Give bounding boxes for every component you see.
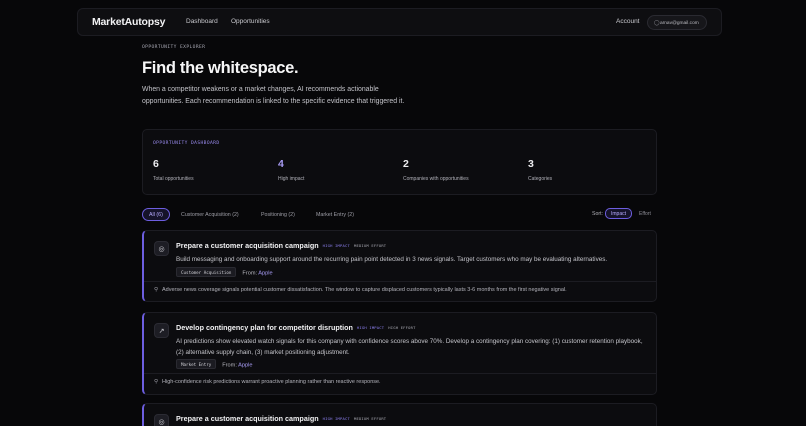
effort-badge: MEDIUM EFFORT — [353, 416, 387, 421]
opportunity-dashboard: OPPORTUNITY DASHBOARD 6 Total opportunit… — [142, 129, 657, 195]
category-tag[interactable]: Market Entry — [176, 359, 217, 369]
page-eyebrow: OPPORTUNITY EXPLORER — [142, 45, 206, 50]
stat-label: High impact — [278, 176, 305, 182]
effort-badge: MEDIUM EFFORT — [353, 243, 387, 248]
user-menu-button[interactable]: ◯arnav@gmail.com — [647, 15, 707, 30]
card-title: Develop contingency plan for competitor … — [176, 323, 416, 332]
lightbulb-icon: ⚲ — [154, 379, 159, 385]
from-label: From: — [242, 270, 258, 277]
target-icon: ◎ — [154, 414, 169, 426]
sort-label: Sort: — [592, 211, 603, 217]
from-company[interactable]: Apple — [238, 363, 252, 369]
card-body: AI predictions show elevated watch signa… — [176, 338, 643, 356]
card-divider — [144, 373, 656, 374]
card-title-text: Prepare a customer acquisition campaign — [176, 241, 319, 250]
dashboard-eyebrow: OPPORTUNITY DASHBOARD — [153, 141, 220, 146]
stat-label: Categories — [528, 176, 553, 182]
page-title: Find the whitespace. — [142, 59, 299, 77]
target-icon: ◎ — [154, 241, 169, 256]
stat-total: 6 Total opportunities — [153, 158, 194, 182]
stat-categories: 3 Categories — [528, 158, 552, 182]
account-link[interactable]: Account — [616, 18, 640, 25]
nav-opportunities-link[interactable]: Opportunities — [231, 18, 270, 25]
card-evidence: ⚲ High-confidence risk predictions warran… — [154, 379, 381, 385]
opportunity-card[interactable]: ↗ Develop contingency plan for competito… — [142, 312, 657, 395]
card-divider — [144, 281, 656, 282]
user-email: arnav@gmail.com — [660, 21, 699, 26]
from-company[interactable]: Apple — [258, 271, 272, 277]
card-meta: Market Entry From: Apple — [176, 359, 252, 369]
card-meta: Customer Acquisition From: Apple — [176, 267, 273, 277]
lightbulb-icon: ⚲ — [154, 287, 159, 293]
trend-up-icon: ↗ — [154, 323, 169, 338]
opportunity-card[interactable]: ◎ Prepare a customer acquisition campaig… — [142, 230, 657, 302]
card-title-text: Prepare a customer acquisition campaign — [176, 414, 319, 423]
impact-badge: HIGH IMPACT — [322, 243, 350, 248]
opportunity-card[interactable]: ◎ Prepare a customer acquisition campaig… — [142, 403, 657, 426]
stat-value: 6 — [153, 158, 159, 170]
filter-positioning[interactable]: Positioning (2) — [255, 208, 301, 221]
stat-label: Total opportunities — [153, 176, 194, 182]
stat-label: Companies with opportunities — [403, 176, 469, 182]
card-evidence: ⚲ Adverse news coverage signals potential… — [154, 287, 567, 293]
brand-logo[interactable]: MarketAutopsy — [92, 16, 165, 28]
evidence-text: High-confidence risk predictions warrant… — [162, 379, 381, 385]
impact-badge: HIGH IMPACT — [356, 325, 385, 330]
top-nav: MarketAutopsy Dashboard Opportunities Ac… — [77, 8, 722, 36]
filter-market-entry[interactable]: Market Entry (2) — [310, 208, 360, 221]
sort-effort-button[interactable]: Effort — [634, 208, 656, 219]
card-body: Build messaging and onboarding support a… — [176, 256, 608, 263]
effort-badge: HIGH EFFORT — [388, 325, 416, 330]
evidence-text: Adverse news coverage signals potential … — [162, 287, 567, 293]
nav-dashboard-link[interactable]: Dashboard — [186, 18, 218, 25]
from-label: From: — [222, 362, 237, 369]
stat-value: 4 — [278, 158, 284, 170]
stat-value: 2 — [403, 158, 409, 170]
impact-badge: HIGH IMPACT — [322, 416, 350, 421]
filter-all[interactable]: All (6) — [142, 208, 170, 221]
category-tag[interactable]: Customer Acquisition — [176, 267, 237, 277]
stat-companies: 2 Companies with opportunities — [403, 158, 469, 182]
page-description: When a competitor weakens or a market ch… — [142, 86, 405, 105]
filter-customer-acquisition[interactable]: Customer Acquisition (2) — [175, 208, 245, 221]
card-title-text: Develop contingency plan for competitor … — [176, 323, 353, 332]
card-title: Prepare a customer acquisition campaign H… — [176, 241, 386, 250]
card-title: Prepare a customer acquisition campaign H… — [176, 414, 386, 423]
sort-impact-button[interactable]: Impact — [605, 208, 633, 219]
stat-value: 3 — [528, 158, 534, 170]
stat-high-impact: 4 High impact — [278, 158, 304, 182]
